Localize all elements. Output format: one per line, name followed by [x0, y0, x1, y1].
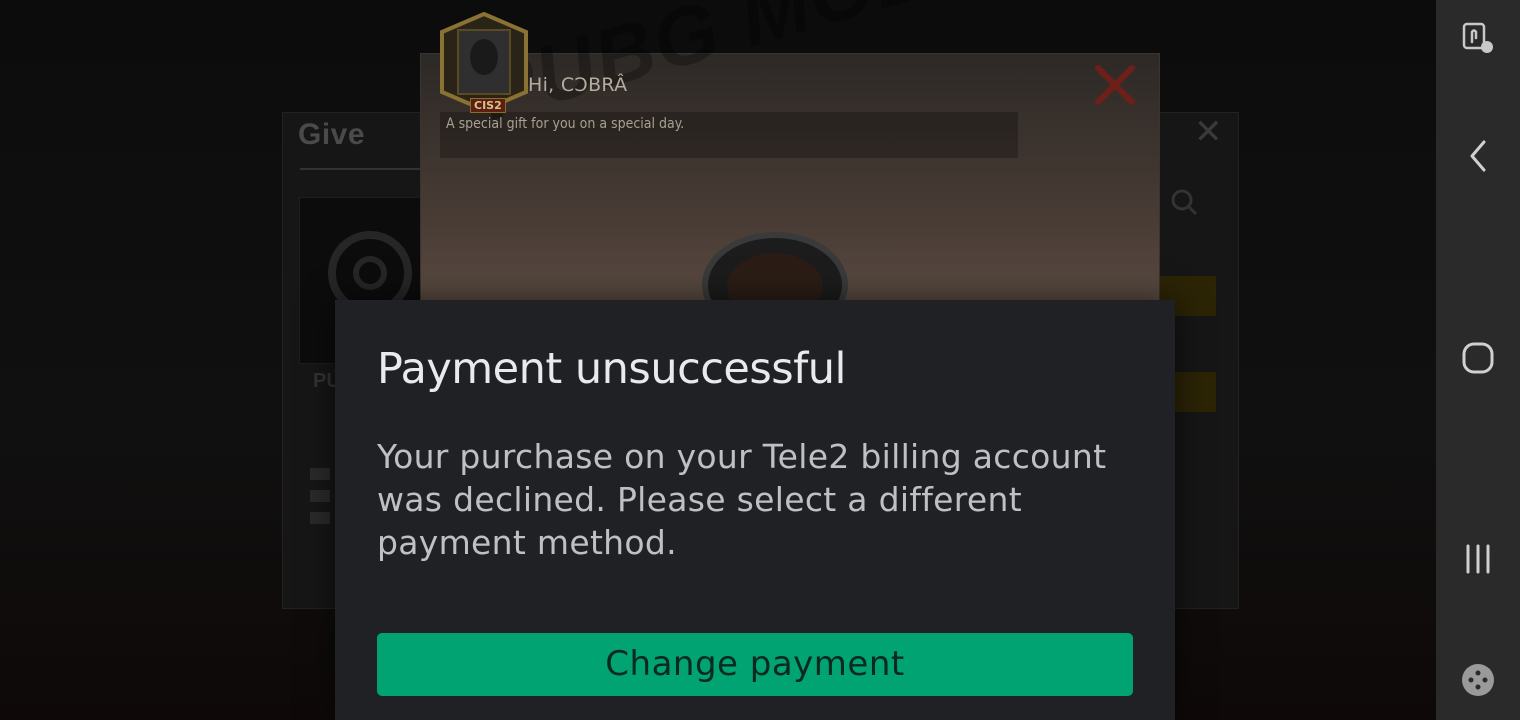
give-close-icon: ✕	[1194, 112, 1223, 152]
touch-lock-icon	[1462, 22, 1493, 53]
search-icon	[1171, 189, 1198, 216]
game-tools-icon	[1462, 664, 1494, 696]
back-chevron-icon	[1470, 140, 1486, 172]
recents-button[interactable]	[1456, 537, 1500, 581]
home-button[interactable]	[1456, 336, 1500, 380]
system-nav-bar	[1436, 0, 1520, 720]
close-icon	[1095, 65, 1135, 105]
avatar	[440, 12, 528, 112]
touch-lock-button[interactable]	[1456, 16, 1500, 60]
gift-message: A special gift for you on a special day.	[446, 116, 685, 132]
list-text-placeholder	[310, 468, 338, 548]
home-icon	[1462, 342, 1494, 374]
give-panel-title: Give	[298, 118, 366, 151]
dialog-title: Payment unsuccessful	[377, 344, 846, 394]
game-tools-button[interactable]	[1456, 658, 1500, 702]
gift-object-icon	[702, 232, 848, 305]
gift-greeting: Hi, CƆBRÂ	[528, 74, 628, 96]
back-button[interactable]	[1456, 134, 1500, 178]
payment-error-dialog: Payment unsuccessful Your purchase on yo…	[335, 300, 1175, 720]
screen: Give ✕ PU PUBG MOBILE Hi, CƆBRÂ A specia…	[0, 0, 1520, 720]
dialog-message: Your purchase on your Tele2 billing acco…	[377, 437, 1107, 562]
change-payment-button[interactable]: Change payment	[377, 633, 1133, 696]
recents-icon	[1466, 544, 1490, 574]
avatar-badge: CIS2	[470, 98, 506, 113]
give-title-underline	[300, 168, 420, 170]
